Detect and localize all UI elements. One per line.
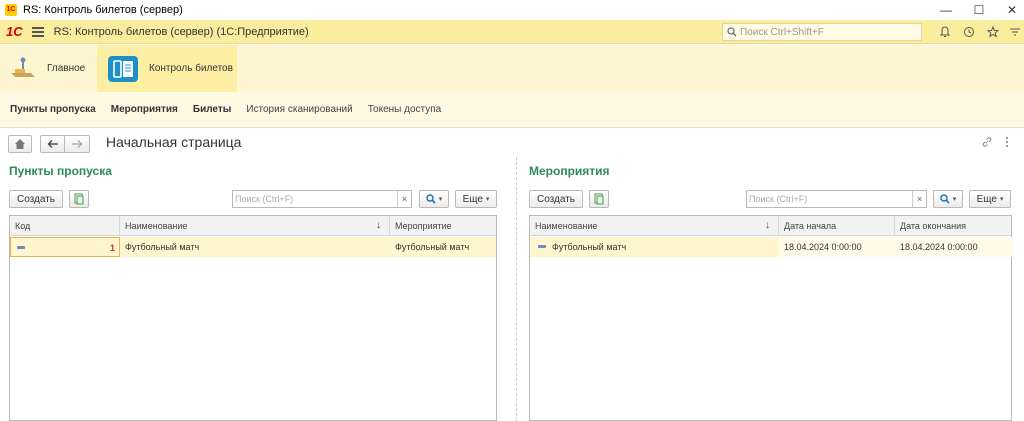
section-ticket-control[interactable]: Контроль билетов: [97, 45, 237, 92]
events-table[interactable]: Наименование ↓ Дата начала Дата окончани…: [529, 215, 1013, 421]
global-search-input[interactable]: Поиск Ctrl+Shift+F: [722, 23, 922, 41]
nav-link-checkpoints[interactable]: Пункты пропуска: [10, 104, 96, 115]
table-row[interactable]: Футбольный матч 18.04.2024 0:00:00 18.04…: [530, 237, 1013, 257]
settings-menu-icon[interactable]: [1007, 24, 1023, 40]
function-bar: Пункты пропуска Мероприятия Билеты Истор…: [0, 92, 1024, 128]
sort-down-icon: ↓: [376, 220, 381, 231]
checkpoints-panel-title: Пункты пропуска: [9, 164, 112, 178]
events-search-clear-button[interactable]: ×: [912, 191, 926, 207]
checkpoints-more-label: Еще: [462, 193, 483, 205]
home-desk-icon: [11, 57, 35, 77]
row-marker-icon: [538, 245, 546, 248]
table-header: Код Наименование ↓ Мероприятие: [10, 216, 496, 236]
nav-link-scan-history[interactable]: История сканирований: [246, 104, 352, 115]
app-header: 1С RS: Контроль билетов (сервер) (1С:Пре…: [0, 20, 1024, 44]
maximize-button[interactable]: ☐: [961, 0, 997, 20]
sort-down-icon: ↓: [765, 220, 770, 231]
arrow-left-icon: [47, 140, 58, 148]
events-panel-title: Мероприятия: [529, 164, 610, 178]
column-header-name-label: Наименование: [125, 221, 188, 231]
copy-doc-icon: [594, 193, 604, 205]
row-name-cell[interactable]: Футбольный матч: [530, 237, 779, 257]
back-button[interactable]: [40, 135, 64, 153]
star-icon[interactable]: [985, 24, 1001, 40]
events-search-input[interactable]: Поиск (Ctrl+F) ×: [746, 190, 927, 208]
chevron-down-icon: ▾: [438, 196, 443, 203]
row-code-value: 1: [109, 243, 115, 253]
menu-icon[interactable]: [31, 26, 44, 37]
checkpoints-create-button[interactable]: Создать: [9, 190, 63, 208]
global-search-placeholder: Поиск Ctrl+Shift+F: [740, 26, 824, 38]
events-more-button[interactable]: Еще ▾: [969, 190, 1011, 208]
ticket-control-icon: [108, 55, 138, 82]
checkpoints-search-placeholder: Поиск (Ctrl+F): [235, 194, 294, 204]
bell-icon[interactable]: [937, 24, 953, 40]
1c-logo: 1С: [6, 24, 23, 39]
app-icon: 1C: [5, 4, 17, 16]
nav-link-events[interactable]: Мероприятия: [111, 104, 178, 115]
row-marker-icon: [17, 246, 25, 249]
events-search-placeholder: Поиск (Ctrl+F): [749, 194, 808, 204]
chevron-down-icon: ▾: [952, 196, 957, 203]
table-header: Наименование ↓ Дата начала Дата окончани…: [530, 216, 1011, 236]
section-main[interactable]: Главное: [0, 45, 96, 92]
search-icon: [727, 27, 737, 37]
sections-panel: Главное Контроль билетов: [0, 45, 1024, 92]
checkpoints-search-button[interactable]: ▾: [419, 190, 449, 208]
column-header-start-date[interactable]: Дата начала: [779, 216, 895, 236]
arrow-right-icon: [72, 140, 83, 148]
history-icon[interactable]: [961, 24, 977, 40]
nav-link-tickets[interactable]: Билеты: [193, 104, 231, 115]
row-event-cell[interactable]: Футбольный матч: [390, 237, 498, 257]
checkpoints-copy-button[interactable]: [69, 190, 89, 208]
more-actions-icon[interactable]: [1004, 136, 1010, 148]
column-header-name-label: Наименование: [535, 221, 598, 231]
column-header-name[interactable]: Наименование ↓: [530, 216, 779, 236]
events-copy-button[interactable]: [589, 190, 609, 208]
row-end-date-cell[interactable]: 18.04.2024 0:00:00: [895, 237, 1013, 257]
forward-button[interactable]: [64, 135, 90, 153]
table-row[interactable]: 1 Футбольный матч Футбольный матч: [10, 237, 496, 257]
page-title: Начальная страница: [106, 134, 242, 150]
copy-doc-icon: [74, 193, 84, 205]
row-name-cell[interactable]: Футбольный матч: [120, 237, 390, 257]
checkpoints-more-button[interactable]: Еще ▾: [455, 190, 497, 208]
section-main-label: Главное: [47, 63, 86, 74]
window-title: RS: Контроль билетов (сервер): [23, 4, 183, 16]
home-button[interactable]: [8, 135, 32, 153]
column-header-event[interactable]: Мероприятие: [390, 216, 498, 236]
section-ticket-control-label: Контроль билетов: [149, 63, 233, 74]
checkpoints-search-input[interactable]: Поиск (Ctrl+F) ×: [232, 190, 412, 208]
home-icon: [15, 139, 25, 149]
column-header-end-date[interactable]: Дата окончания: [895, 216, 1013, 236]
nav-link-access-tokens[interactable]: Токены доступа: [368, 104, 442, 115]
panel-divider: [516, 157, 517, 421]
events-create-button[interactable]: Создать: [529, 190, 583, 208]
column-header-code[interactable]: Код: [10, 216, 120, 236]
events-more-label: Еще: [976, 193, 997, 205]
row-code-cell[interactable]: 1: [10, 237, 120, 257]
search-icon: [426, 194, 436, 204]
chevron-down-icon: ▾: [485, 196, 490, 203]
chevron-down-icon: ▾: [999, 196, 1004, 203]
row-name-value: Футбольный матч: [552, 242, 627, 252]
events-search-button[interactable]: ▾: [933, 190, 963, 208]
search-icon: [940, 194, 950, 204]
row-start-date-cell[interactable]: 18.04.2024 0:00:00: [779, 237, 895, 257]
minimize-button[interactable]: —: [928, 0, 964, 20]
window-titlebar: 1C RS: Контроль билетов (сервер) — ☐ ✕: [0, 0, 1024, 20]
app-title: RS: Контроль билетов (сервер) (1С:Предпр…: [53, 25, 309, 38]
column-header-name[interactable]: Наименование ↓: [120, 216, 390, 236]
link-icon[interactable]: [981, 136, 993, 151]
checkpoints-search-clear-button[interactable]: ×: [397, 191, 411, 207]
close-window-button[interactable]: ✕: [994, 0, 1024, 20]
checkpoints-table[interactable]: Код Наименование ↓ Мероприятие 1 Футболь…: [9, 215, 497, 421]
